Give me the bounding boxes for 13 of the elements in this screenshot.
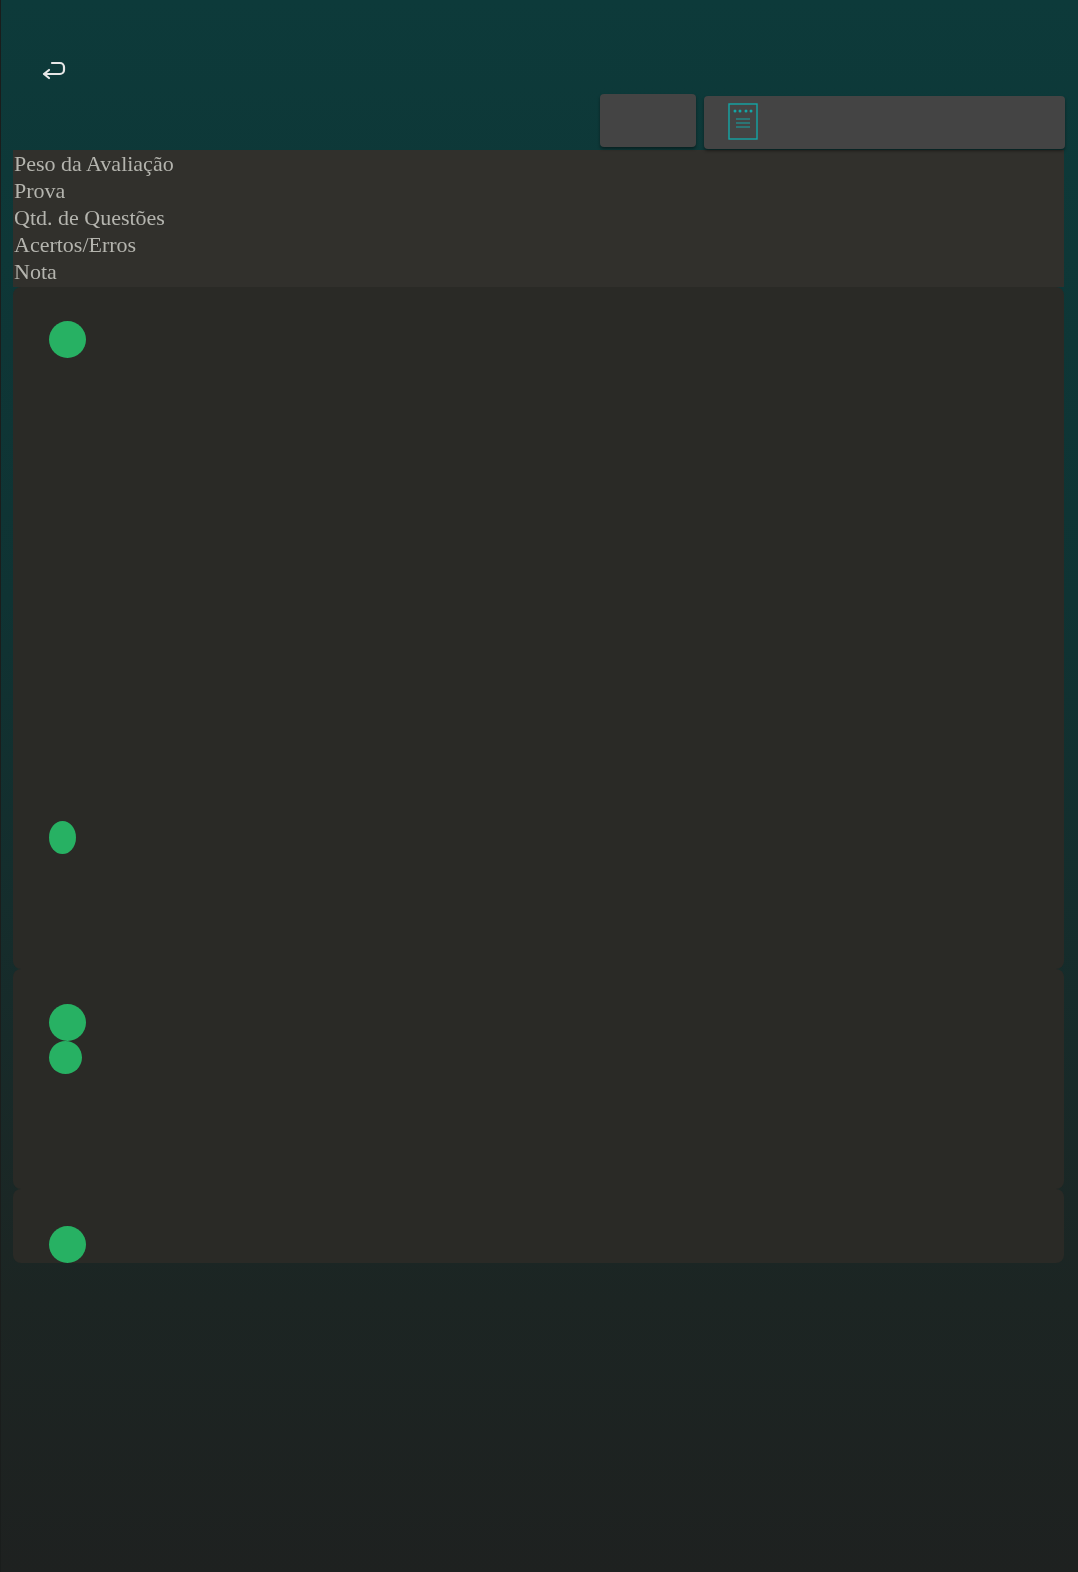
column-label: Acertos/Erros bbox=[14, 231, 138, 258]
column-label: Qtd. de Questões bbox=[14, 204, 166, 231]
column-label: Peso da Avaliação bbox=[14, 150, 175, 177]
status-dot bbox=[49, 1041, 82, 1074]
document-icon bbox=[728, 103, 758, 140]
column-label: Nota bbox=[14, 258, 58, 285]
column-label: Prova bbox=[14, 177, 67, 204]
status-dot bbox=[49, 821, 76, 854]
report-button[interactable] bbox=[704, 96, 1065, 149]
status-dot bbox=[49, 1226, 86, 1263]
status-dot bbox=[49, 321, 86, 358]
toolbar-button[interactable] bbox=[600, 94, 696, 147]
status-dot bbox=[49, 1004, 86, 1041]
